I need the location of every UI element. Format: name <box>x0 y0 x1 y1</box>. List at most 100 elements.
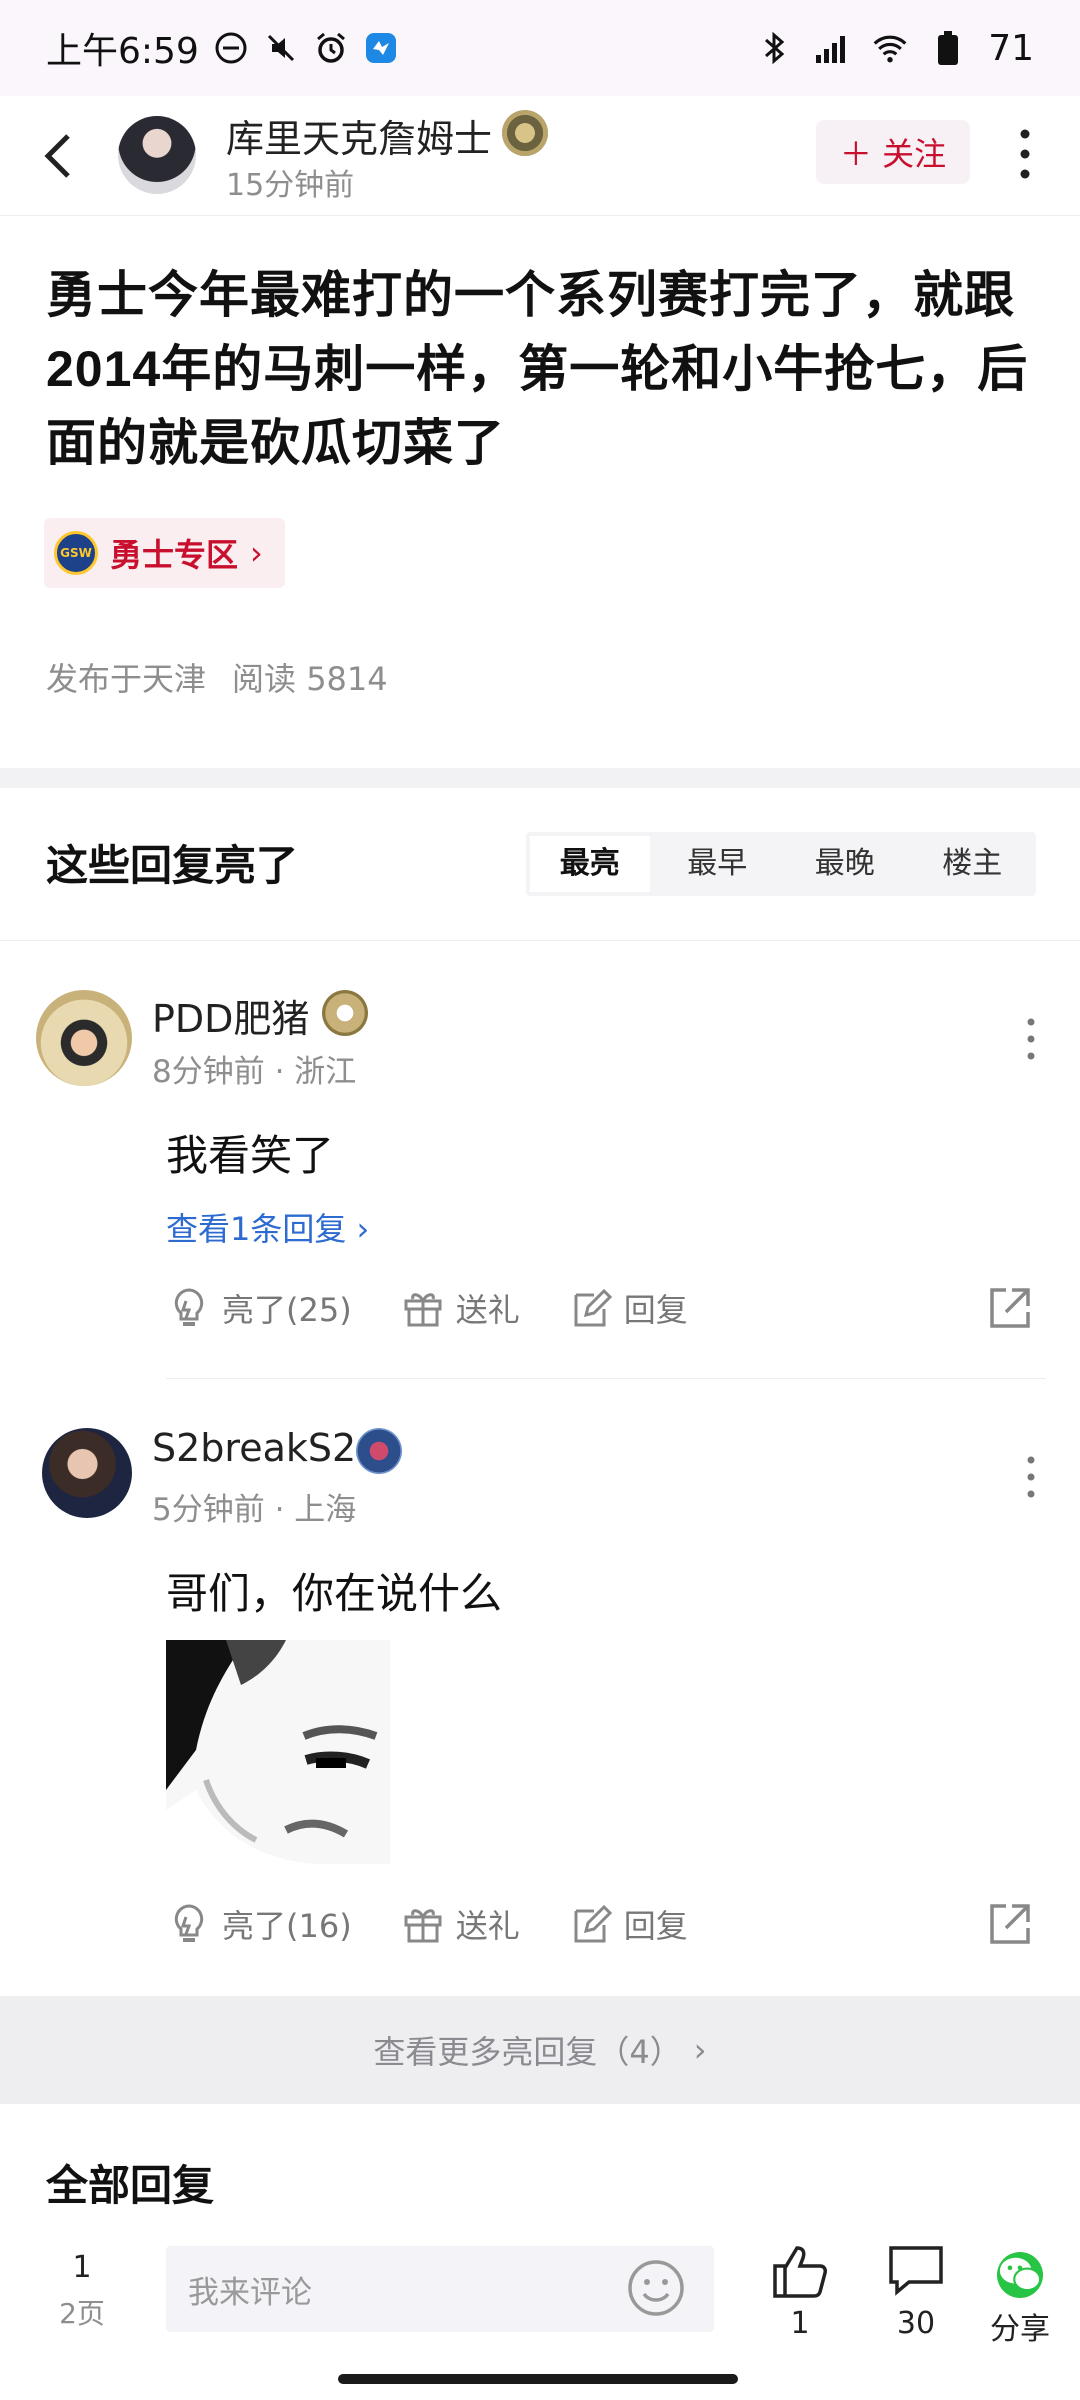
external-share-icon <box>990 1288 1030 1328</box>
comment-input-placeholder: 我来评论 <box>188 2274 312 2311</box>
gift-icon <box>404 1909 442 1943</box>
gift-button[interactable]: 送礼 <box>400 1901 520 1947</box>
share-post-button[interactable]: 分享 <box>980 2246 1060 2348</box>
post-title-part: 年的马刺一样，第一轮和小牛抢七，后面的就是砍瓜切菜了 <box>46 340 1029 472</box>
lightbulb-icon <box>174 1904 204 1942</box>
zone-label: 勇士专区 <box>110 536 239 574</box>
external-share-icon <box>990 1904 1030 1944</box>
reply-button[interactable]: 回复 <box>568 1285 688 1331</box>
meme-face-image <box>166 1640 390 1864</box>
comment-more-button[interactable] <box>1016 1452 1046 1502</box>
commenter-avatar[interactable] <box>36 990 132 1086</box>
bluetooth-icon <box>756 30 792 66</box>
tab-brightest[interactable]: 最亮 <box>530 836 650 892</box>
reply-label: 回复 <box>623 1291 688 1329</box>
reply-button[interactable]: 回复 <box>568 1901 688 1947</box>
clock: 上午6:59 <box>46 31 199 72</box>
like-count: 亮了(25) <box>222 1291 352 1329</box>
share-comment-button[interactable] <box>986 1284 1034 1332</box>
comment-meta: 5分钟前 · 上海 <box>152 1492 357 1528</box>
gift-icon <box>404 1293 442 1327</box>
comment-text: 我看笑了 <box>166 1131 335 1180</box>
section-divider <box>0 768 1080 788</box>
share-comment-button[interactable] <box>986 1900 1034 1948</box>
alarm-icon <box>313 30 349 66</box>
back-button[interactable] <box>36 128 84 184</box>
comments-button[interactable]: 30 <box>876 2242 956 2341</box>
commenter-avatar[interactable] <box>42 1428 132 1518</box>
tab-latest[interactable]: 最晚 <box>785 836 905 892</box>
all-replies-title: 全部回复 <box>46 2161 215 2210</box>
commenter-name[interactable]: PDD肥猪 <box>152 988 309 1043</box>
level-badge <box>356 1428 402 1474</box>
dnd-icon <box>213 30 249 66</box>
comment-count: 30 <box>896 2306 936 2341</box>
author-level-badge <box>502 110 548 156</box>
divider <box>0 940 1080 941</box>
like-count: 亮了(16) <box>222 1907 352 1945</box>
post-location: 发布于天津 <box>46 660 207 698</box>
author-avatar[interactable] <box>118 116 196 194</box>
home-indicator[interactable] <box>338 2374 738 2384</box>
battery-level: 71 <box>988 27 1034 69</box>
like-button[interactable]: 亮了(16) <box>166 1901 352 1947</box>
signal-icon <box>814 30 850 66</box>
wechat-icon <box>997 2252 1043 2298</box>
gift-label: 送礼 <box>455 1291 520 1329</box>
gift-label: 送礼 <box>455 1907 520 1945</box>
chevron-right-icon: › <box>250 534 263 572</box>
comment-more-button[interactable] <box>1016 1014 1046 1064</box>
post-title: 勇士今年最难打的一个系列赛打完了，就跟 2014年的马刺一样，第一轮和小牛抢七，后… <box>46 258 1042 480</box>
post-header: 库里天克詹姆士 15分钟前 ＋ 关注 <box>0 96 1080 216</box>
edit-icon <box>574 1288 612 1327</box>
like-post-button[interactable]: 1 <box>760 2242 840 2341</box>
status-bar: 上午6:59 71 <box>0 0 1080 96</box>
battery-icon <box>930 30 966 66</box>
comment-meta: 8分钟前 · 浙江 <box>152 1054 357 1090</box>
view-replies-label: 查看1条回复 <box>166 1210 347 1248</box>
zone-tag[interactable]: GSW 勇士专区 › <box>44 518 285 588</box>
more-vertical-icon <box>1020 129 1030 179</box>
more-options-button[interactable] <box>1010 124 1040 184</box>
comment-meme-image[interactable] <box>166 1640 390 1864</box>
follow-button[interactable]: ＋ 关注 <box>816 120 970 184</box>
post-like-count: 1 <box>790 2306 810 2341</box>
reply-label: 回复 <box>623 1907 688 1945</box>
lightbulb-icon <box>174 1288 204 1326</box>
post-time: 15分钟前 <box>226 168 355 203</box>
chevron-left-icon <box>44 134 70 178</box>
warriors-logo-icon: GSW <box>54 531 98 575</box>
post-meta: 发布于天津 阅读 5814 <box>46 654 388 700</box>
emoji-button[interactable] <box>626 2258 686 2318</box>
bright-replies-title: 这些回复亮了 <box>46 841 299 890</box>
chevron-right-icon: › <box>693 2031 707 2069</box>
read-count: 阅读 5814 <box>232 660 388 698</box>
edit-icon <box>574 1904 612 1943</box>
divider <box>166 1378 1046 1379</box>
tab-earliest[interactable]: 最早 <box>658 836 778 892</box>
share-label: 分享 <box>990 2312 1050 2347</box>
comment-actions: 亮了(16) 送礼 回复 <box>166 1894 1046 1954</box>
follow-label: ＋ 关注 <box>839 135 947 173</box>
comment-bubble-icon <box>889 2246 943 2296</box>
bottom-bar: 1 2页 我来评论 1 30 分享 <box>0 2220 1080 2347</box>
app-notification-icon <box>363 30 399 66</box>
tab-op-only[interactable]: 楼主 <box>913 836 1033 892</box>
post-title-year: 2014 <box>46 341 162 397</box>
thumbs-up-icon <box>773 2246 827 2298</box>
sort-tabs: 最亮 最早 最晚 楼主 <box>526 832 1036 896</box>
more-vertical-icon <box>1027 1018 1035 1060</box>
commenter-name[interactable]: S2breakS2 <box>152 1426 356 1470</box>
page-number: 1 <box>72 2250 92 2285</box>
author-name[interactable]: 库里天克詹姆士 <box>226 108 492 163</box>
mute-icon <box>263 30 299 66</box>
wifi-icon <box>872 30 908 66</box>
smiley-icon <box>628 2260 684 2316</box>
page-total: 2页 <box>59 2297 105 2330</box>
gift-button[interactable]: 送礼 <box>400 1285 520 1331</box>
view-more-bright-replies-button[interactable]: 查看更多亮回复（4） › <box>0 1996 1080 2104</box>
view-replies-link[interactable]: 查看1条回复 › <box>166 1204 369 1250</box>
like-button[interactable]: 亮了(25) <box>166 1285 352 1331</box>
level-badge <box>322 990 368 1036</box>
comment-text: 哥们，你在说什么 <box>166 1569 503 1618</box>
